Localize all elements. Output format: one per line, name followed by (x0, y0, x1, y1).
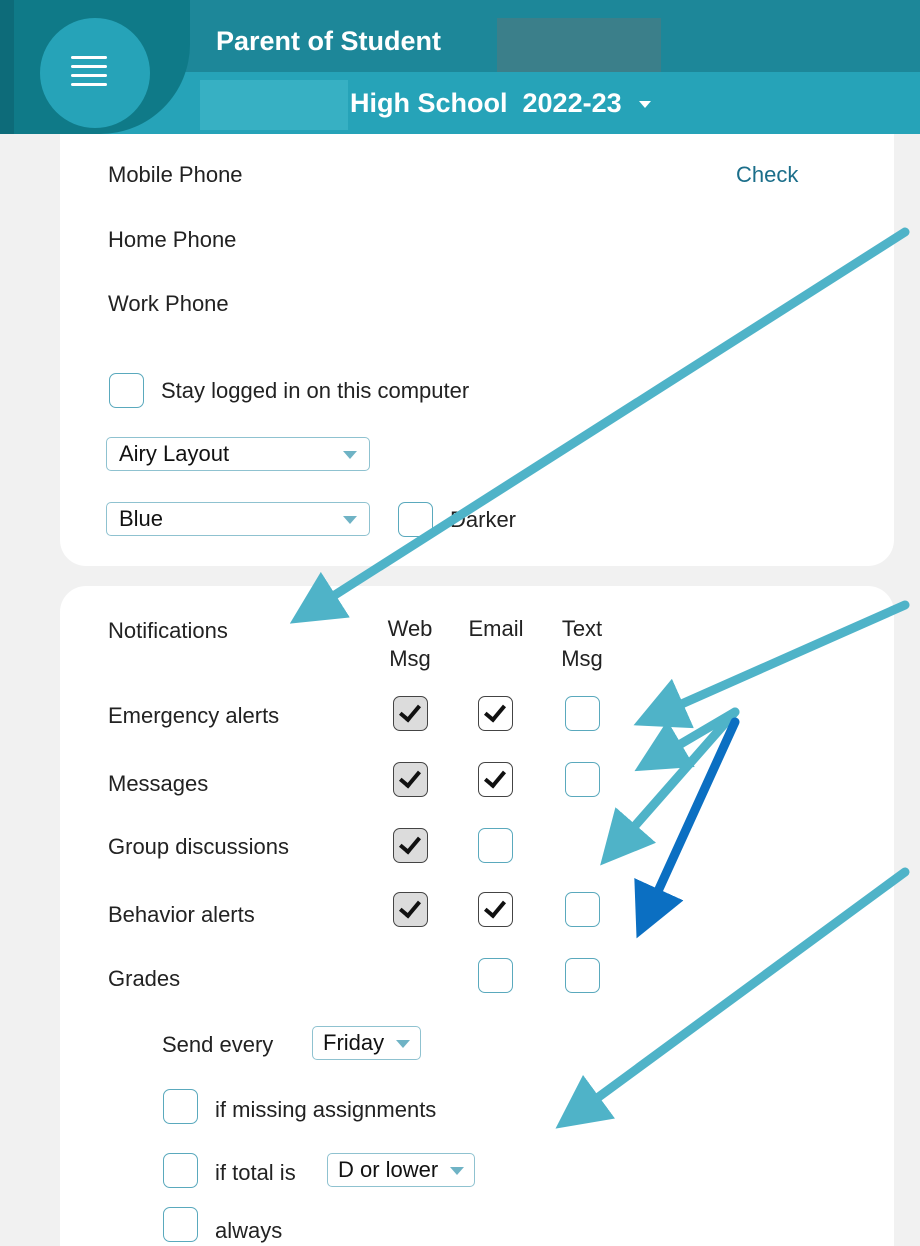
layout-select[interactable]: Airy Layout (106, 437, 370, 471)
layout-select-value: Airy Layout (119, 441, 230, 466)
emergency-web-checkbox[interactable] (393, 696, 428, 731)
always-checkbox[interactable] (163, 1207, 198, 1242)
user-title: Parent of Student (216, 26, 442, 56)
school-name: High School (350, 88, 508, 118)
caret-down-icon (450, 1167, 465, 1175)
behavior-email-checkbox[interactable] (478, 892, 513, 927)
color-select-value: Blue (119, 506, 164, 531)
caret-down-icon (639, 101, 652, 109)
row-label-group-discussions: Group discussions (108, 834, 289, 859)
account-settings-card: Mobile Phone Check Home Phone Work Phone… (60, 134, 894, 566)
total-is-label: if total is (215, 1160, 296, 1185)
darker-checkbox[interactable] (398, 502, 433, 537)
total-is-select[interactable]: D or lower (327, 1153, 476, 1187)
missing-assignments-checkbox[interactable] (163, 1089, 198, 1124)
behavior-web-checkbox[interactable] (393, 892, 428, 927)
home-phone-label: Home Phone (108, 227, 237, 252)
stay-logged-in-checkbox[interactable] (109, 373, 144, 408)
messages-text-checkbox[interactable] (565, 762, 600, 797)
total-is-value: D or lower (338, 1157, 439, 1182)
always-label: always (215, 1218, 283, 1243)
row-label-messages: Messages (108, 771, 209, 796)
work-phone-label: Work Phone (108, 291, 229, 316)
school-year-selector[interactable]: High School 2022-23 (350, 88, 652, 119)
header-edge (0, 0, 14, 134)
column-header-email: Email (468, 616, 524, 641)
column-header-text-msg: Text Msg (561, 616, 603, 671)
color-select[interactable]: Blue (106, 502, 370, 536)
messages-email-checkbox[interactable] (478, 762, 513, 797)
send-every-value: Friday (323, 1030, 385, 1055)
school-year: 2022-23 (522, 88, 622, 118)
row-label-emergency-alerts: Emergency alerts (108, 703, 280, 728)
redacted-name (497, 18, 661, 72)
behavior-text-checkbox[interactable] (565, 892, 600, 927)
messages-web-checkbox[interactable] (393, 762, 428, 797)
row-label-grades: Grades (108, 966, 181, 991)
row-label-behavior-alerts: Behavior alerts (108, 902, 255, 927)
send-every-select[interactable]: Friday (312, 1026, 422, 1060)
group-discussions-web-checkbox[interactable] (393, 828, 428, 863)
emergency-text-checkbox[interactable] (565, 696, 600, 731)
menu-button[interactable] (40, 18, 150, 128)
stay-logged-in-label: Stay logged in on this computer (161, 378, 470, 403)
group-discussions-email-checkbox[interactable] (478, 828, 513, 863)
column-header-web-msg: Web Msg (387, 616, 433, 671)
notifications-card: Notifications Web Msg Email Text Msg Emerg… (60, 586, 894, 1246)
caret-down-icon (396, 1040, 411, 1048)
check-link[interactable]: Check (736, 162, 798, 188)
caret-down-icon (343, 451, 357, 459)
darker-label: Darker (450, 507, 517, 532)
grades-text-checkbox[interactable] (565, 958, 600, 993)
redacted-school-name (200, 80, 348, 130)
missing-assignments-label: if missing assignments (215, 1097, 437, 1122)
grades-email-checkbox[interactable] (478, 958, 513, 993)
mobile-phone-label: Mobile Phone (108, 162, 243, 187)
emergency-email-checkbox[interactable] (478, 696, 513, 731)
caret-down-icon (343, 516, 357, 524)
notifications-title: Notifications (108, 618, 228, 643)
send-every-label: Send every (162, 1032, 274, 1057)
total-is-checkbox[interactable] (163, 1153, 198, 1188)
